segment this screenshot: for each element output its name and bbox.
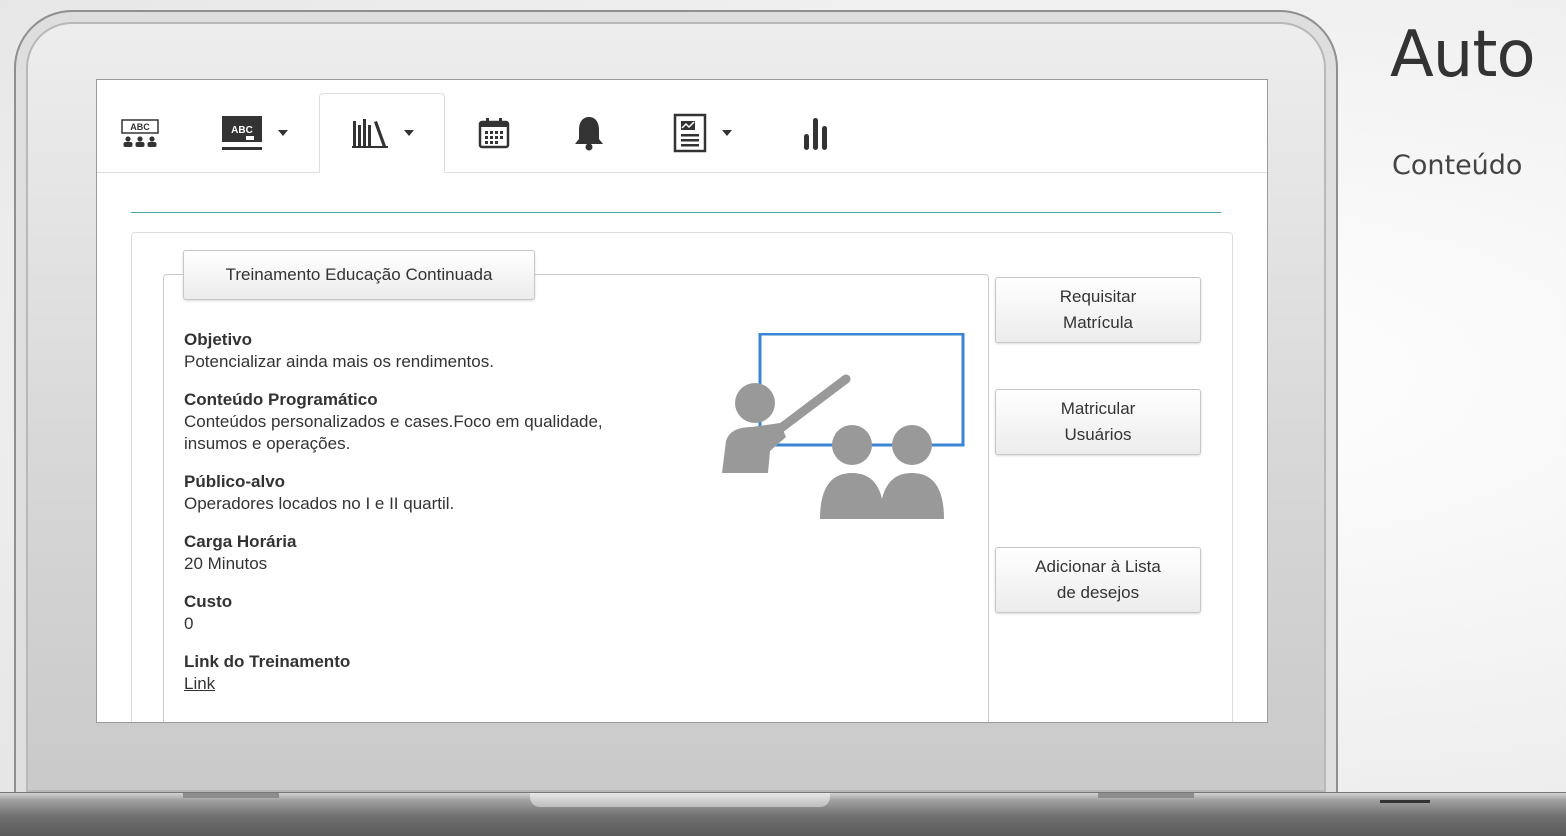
report-document-icon <box>673 113 707 153</box>
library-books-icon <box>352 119 388 148</box>
laptop-edge-mark <box>1380 800 1430 803</box>
laptop-hinge-left <box>183 793 279 798</box>
calendar-icon <box>478 118 510 149</box>
tab-abc-board[interactable]: ABC <box>209 94 299 172</box>
link-label: Link do Treinamento <box>184 652 351 671</box>
abc-board-icon: ABC <box>222 116 262 150</box>
publico-label: Público-alvo <box>184 472 286 491</box>
publico-block: Público-alvo Operadores locados no I e I… <box>184 471 704 515</box>
carga-value: 20 Minutos <box>184 554 268 573</box>
tab-library[interactable] <box>319 93 445 173</box>
laptop-notch <box>530 793 830 807</box>
bell-icon <box>575 117 603 151</box>
publico-value: Operadores locados no I e II quartil. <box>184 494 455 513</box>
abc-classroom-icon: ABC <box>121 119 159 147</box>
conteudo-value-line-1: Conteúdos personalizados e cases.Foco em… <box>184 412 603 431</box>
custo-value: 0 <box>184 614 194 633</box>
carga-block: Carga Horária 20 Minutos <box>184 531 704 575</box>
carga-label: Carga Horária <box>184 532 297 551</box>
svg-text:ABC: ABC <box>130 122 150 132</box>
objetivo-label: Objetivo <box>184 330 253 349</box>
top-navbar: ABC ABC <box>97 80 1267 173</box>
tab-classroom[interactable]: ABC <box>115 94 165 172</box>
chevron-down-icon <box>722 130 732 136</box>
training-panel: Treinamento Educação Continuada Objetivo… <box>131 232 1233 722</box>
training-title-button[interactable]: Treinamento Educação Continuada <box>183 250 535 300</box>
link-block: Link do Treinamento Link <box>184 651 704 695</box>
laptop-base <box>0 792 1566 836</box>
conteudo-value-line-2: insumos e operações. <box>184 434 351 453</box>
app-screen: ABC ABC Treinamento Educação Continuada … <box>97 80 1267 722</box>
side-heading-subtitle: Conteúdo <box>1392 150 1523 181</box>
classroom-illustration-icon <box>722 333 965 519</box>
custo-block: Custo 0 <box>184 591 704 635</box>
add-to-wishlist-button[interactable]: Adicionar à Lista de desejos <box>995 547 1201 613</box>
request-enrollment-button[interactable]: Requisitar Matrícula <box>995 277 1201 343</box>
laptop-hinge-right <box>1098 793 1194 798</box>
objetivo-value: Potencializar ainda mais os rendimentos. <box>184 352 494 371</box>
custo-label: Custo <box>184 592 233 611</box>
training-link[interactable]: Link <box>184 674 215 693</box>
bar-chart-icon <box>804 118 827 150</box>
svg-text:ABC: ABC <box>231 125 253 136</box>
chevron-down-icon <box>278 130 288 136</box>
objetivo-block: Objetivo Potencializar ainda mais os ren… <box>184 329 704 373</box>
tab-notifications[interactable] <box>565 94 613 172</box>
section-divider <box>131 212 1221 213</box>
tab-calendar[interactable] <box>467 94 521 172</box>
tab-reports[interactable] <box>657 94 747 172</box>
chevron-down-icon <box>404 130 414 136</box>
conteudo-block: Conteúdo Programático Conteúdos personal… <box>184 389 704 455</box>
training-info: Objetivo Potencializar ainda mais os ren… <box>184 329 704 711</box>
enroll-users-button[interactable]: Matricular Usuários <box>995 389 1201 455</box>
conteudo-label: Conteúdo Programático <box>184 390 378 409</box>
tab-statistics[interactable] <box>791 94 839 172</box>
side-heading-title: Auto <box>1390 18 1536 92</box>
